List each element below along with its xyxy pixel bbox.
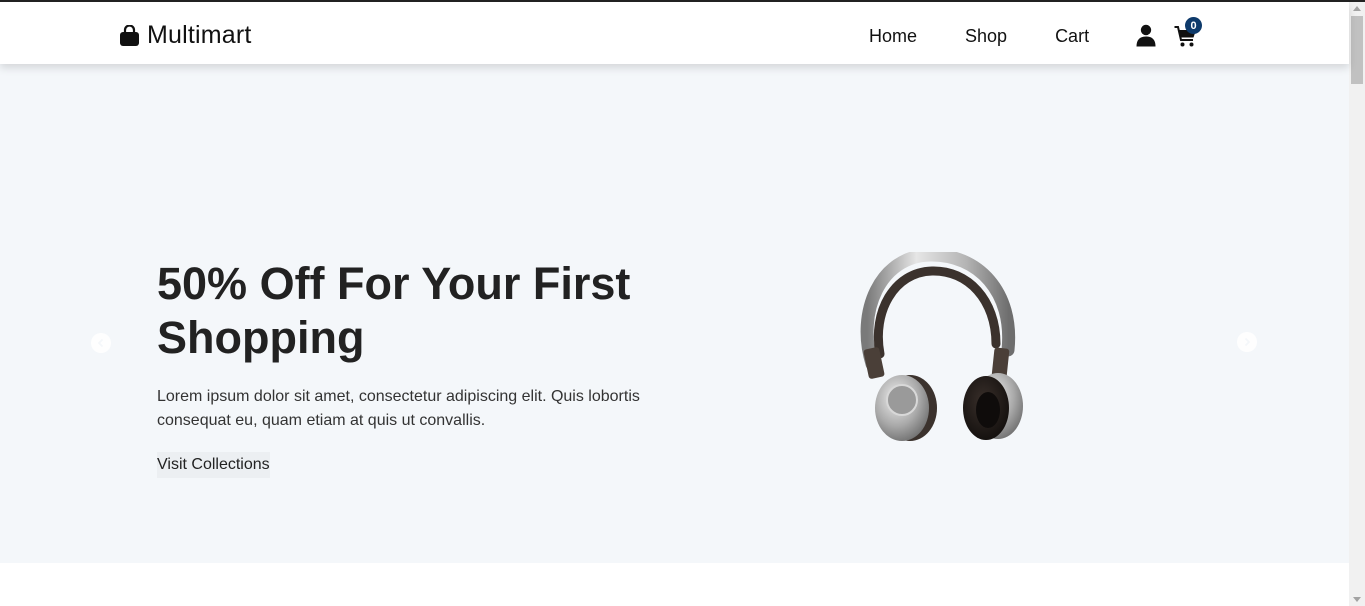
hero-carousel: 50% Off For Your First Shopping Lorem ip… bbox=[0, 64, 1349, 563]
hero-description: Lorem ipsum dolor sit amet, consectetur … bbox=[157, 388, 640, 429]
main-nav: Home Shop Cart bbox=[869, 26, 1089, 47]
carousel-prev-button[interactable] bbox=[91, 333, 111, 353]
navbar: Multimart Home Shop Cart 0 bbox=[0, 2, 1349, 64]
nav-link-home[interactable]: Home bbox=[869, 26, 917, 47]
cart-button[interactable]: 0 bbox=[1174, 17, 1202, 49]
cart-count-badge: 0 bbox=[1185, 17, 1202, 34]
page-scrollbar[interactable] bbox=[1349, 2, 1365, 606]
visit-collections-button[interactable]: Visit Collections bbox=[157, 452, 270, 478]
scroll-up-arrow-icon[interactable] bbox=[1353, 6, 1361, 11]
chevron-left-icon bbox=[97, 338, 104, 348]
scroll-down-arrow-icon[interactable] bbox=[1353, 597, 1361, 602]
brand-name: Multimart bbox=[147, 21, 252, 49]
carousel-next-button[interactable] bbox=[1237, 332, 1257, 352]
hero-title: 50% Off For Your First Shopping bbox=[157, 258, 631, 363]
scrollbar-thumb[interactable] bbox=[1351, 16, 1363, 84]
shopping-bag-icon bbox=[120, 24, 139, 46]
nav-link-shop[interactable]: Shop bbox=[965, 26, 1007, 47]
headphones-image bbox=[860, 252, 1023, 441]
chevron-right-icon bbox=[1244, 337, 1251, 347]
user-icon[interactable] bbox=[1136, 24, 1156, 47]
brand-logo[interactable]: Multimart bbox=[119, 21, 252, 50]
nav-link-cart[interactable]: Cart bbox=[1055, 26, 1089, 47]
